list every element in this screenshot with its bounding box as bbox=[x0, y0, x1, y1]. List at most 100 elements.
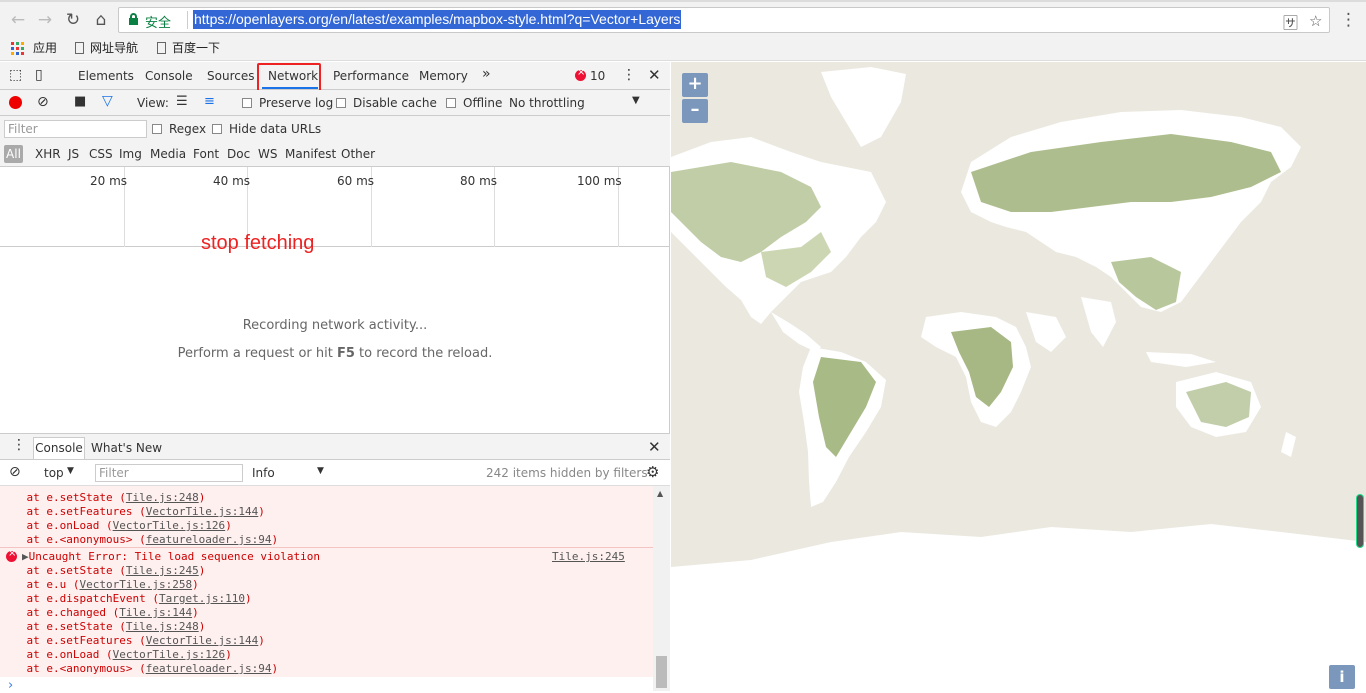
star-icon[interactable]: ☆ bbox=[1309, 12, 1322, 30]
home-icon[interactable]: ⌂ bbox=[90, 9, 112, 31]
log-line: at e.<anonymous> (featureloader.js:94) bbox=[0, 533, 279, 546]
type-ws[interactable]: WS bbox=[258, 147, 277, 161]
type-manifest[interactable]: Manifest bbox=[285, 147, 336, 161]
record-button[interactable] bbox=[9, 96, 22, 109]
source-link[interactable]: VectorTile.js:126 bbox=[113, 648, 226, 661]
regex-label: Regex bbox=[169, 122, 207, 136]
type-media[interactable]: Media bbox=[150, 147, 186, 161]
error-count[interactable]: 10 bbox=[590, 69, 605, 83]
type-other[interactable]: Other bbox=[341, 147, 375, 161]
type-xhr[interactable]: XHR bbox=[35, 147, 61, 161]
close-drawer-icon[interactable]: ✕ bbox=[648, 438, 661, 456]
tab-console[interactable]: Console bbox=[145, 69, 193, 83]
log-line: at e.setFeatures (VectorTile.js:144) bbox=[0, 634, 265, 647]
chevron-down-icon[interactable]: ▼ bbox=[632, 95, 640, 106]
apps-grid-icon[interactable] bbox=[11, 42, 24, 55]
throttling-select[interactable]: No throttling bbox=[509, 96, 585, 110]
clear-icon[interactable]: ⊘ bbox=[37, 94, 49, 110]
type-all[interactable]: All bbox=[4, 145, 23, 163]
zoom-in-button[interactable]: + bbox=[682, 73, 708, 97]
source-link[interactable]: featureloader.js:94 bbox=[146, 662, 272, 675]
more-tabs-icon[interactable]: » bbox=[482, 66, 491, 82]
attribution-info-button[interactable]: i bbox=[1329, 665, 1355, 689]
disable-cache-checkbox[interactable] bbox=[336, 98, 346, 108]
error-count-icon[interactable] bbox=[575, 67, 586, 81]
address-bar[interactable]: 安全 https://openlayers.org/en/latest/exam… bbox=[118, 7, 1330, 33]
preserve-log-checkbox[interactable] bbox=[242, 98, 252, 108]
source-link[interactable]: VectorTile.js:144 bbox=[146, 505, 259, 518]
error-icon bbox=[6, 548, 17, 562]
forward-icon[interactable]: → bbox=[34, 9, 56, 31]
large-rows-icon[interactable]: ☰ bbox=[176, 94, 188, 109]
error-message[interactable]: ▶Uncaught Error: Tile load sequence viol… bbox=[22, 550, 320, 564]
type-doc[interactable]: Doc bbox=[227, 147, 250, 161]
drawer-tab-whats-new[interactable]: What's New bbox=[91, 441, 162, 455]
address-separator bbox=[187, 11, 188, 29]
chevron-down-icon[interactable]: ▼ bbox=[317, 466, 324, 476]
waterfall-icon[interactable]: ≡ bbox=[204, 94, 215, 109]
tab-memory[interactable]: Memory bbox=[419, 69, 468, 83]
devtools-menu-icon[interactable]: ⋮ bbox=[622, 67, 636, 83]
source-link[interactable]: Tile.js:248 bbox=[126, 620, 199, 633]
clear-console-icon[interactable]: ⊘ bbox=[9, 464, 21, 480]
source-link[interactable]: VectorTile.js:126 bbox=[113, 519, 226, 532]
console-scrollbar[interactable]: ▲ bbox=[653, 486, 670, 691]
page-scrollbar-thumb[interactable] bbox=[1356, 494, 1364, 548]
scrollbar-thumb[interactable] bbox=[656, 656, 667, 688]
bookmark-apps[interactable]: 应用 bbox=[33, 40, 57, 57]
translate-icon[interactable]: 🈂 bbox=[1283, 12, 1298, 33]
devtools-tabbar: ⬚ ▯ Elements Console Sources Network Per… bbox=[0, 62, 670, 90]
lock-icon bbox=[129, 13, 138, 25]
source-link[interactable]: Tile.js:248 bbox=[126, 491, 199, 504]
offline-checkbox[interactable] bbox=[446, 98, 456, 108]
page-icon bbox=[75, 42, 84, 54]
url-text[interactable]: https://openlayers.org/en/latest/example… bbox=[193, 10, 682, 29]
network-filter-input[interactable]: Filter bbox=[4, 120, 147, 138]
browser-menu-icon[interactable]: ⋮ bbox=[1340, 10, 1357, 30]
hide-data-urls-checkbox[interactable] bbox=[212, 124, 222, 134]
inspect-icon[interactable]: ⬚ bbox=[9, 67, 22, 83]
reload-icon[interactable]: ↻ bbox=[62, 9, 84, 31]
map-view[interactable]: + – i bbox=[671, 62, 1366, 691]
chevron-down-icon[interactable]: ▼ bbox=[67, 466, 74, 476]
close-devtools-icon[interactable]: ✕ bbox=[648, 66, 661, 84]
source-link[interactable]: Tile.js:144 bbox=[119, 606, 192, 619]
back-icon[interactable]: ← bbox=[7, 9, 29, 31]
indonesia bbox=[1146, 352, 1216, 367]
filter-icon[interactable]: ▽ bbox=[102, 93, 113, 109]
tab-performance[interactable]: Performance bbox=[333, 69, 409, 83]
source-link[interactable]: featureloader.js:94 bbox=[146, 533, 272, 546]
central-america bbox=[771, 312, 821, 352]
devtools-panel: ⬚ ▯ Elements Console Sources Network Per… bbox=[0, 62, 670, 693]
type-js[interactable]: JS bbox=[68, 147, 79, 161]
bookmark-nav[interactable]: 网址导航 bbox=[75, 40, 138, 57]
device-toolbar-icon[interactable]: ▯ bbox=[35, 67, 43, 83]
log-line: at e.changed (Tile.js:144) bbox=[0, 606, 199, 619]
context-select[interactable]: top bbox=[44, 466, 64, 480]
source-link[interactable]: VectorTile.js:258 bbox=[79, 578, 192, 591]
tab-elements[interactable]: Elements bbox=[78, 69, 134, 83]
console-filter-input[interactable]: Filter bbox=[95, 464, 243, 482]
network-overview[interactable]: 20 ms 40 ms 60 ms 80 ms 100 ms bbox=[0, 167, 670, 247]
type-css[interactable]: CSS bbox=[89, 147, 113, 161]
source-link[interactable]: VectorTile.js:144 bbox=[146, 634, 259, 647]
source-link[interactable]: Target.js:110 bbox=[159, 592, 245, 605]
drawer-tabbar: ⋮ Console What's New ✕ bbox=[0, 433, 670, 460]
drawer-menu-icon[interactable]: ⋮ bbox=[12, 437, 26, 453]
log-level-select[interactable]: Info bbox=[252, 466, 275, 480]
view-label: View: bbox=[137, 96, 169, 110]
type-img[interactable]: Img bbox=[119, 147, 142, 161]
zoom-out-button[interactable]: – bbox=[682, 99, 708, 123]
error-source[interactable]: Tile.js:245 bbox=[552, 550, 625, 564]
capture-screenshots-icon[interactable]: ■ bbox=[74, 94, 86, 109]
bookmark-baidu[interactable]: 百度一下 bbox=[157, 40, 220, 57]
log-line: at e.onLoad (VectorTile.js:126) bbox=[0, 648, 232, 661]
regex-checkbox[interactable] bbox=[152, 124, 162, 134]
scroll-up-icon[interactable]: ▲ bbox=[657, 489, 663, 498]
tab-sources[interactable]: Sources bbox=[207, 69, 254, 83]
drawer-tab-console[interactable]: Console bbox=[33, 437, 85, 459]
expand-triangle-icon[interactable]: ▶ bbox=[22, 550, 29, 563]
settings-gear-icon[interactable]: ⚙ bbox=[646, 463, 659, 481]
type-font[interactable]: Font bbox=[193, 147, 219, 161]
source-link[interactable]: Tile.js:245 bbox=[126, 564, 199, 577]
